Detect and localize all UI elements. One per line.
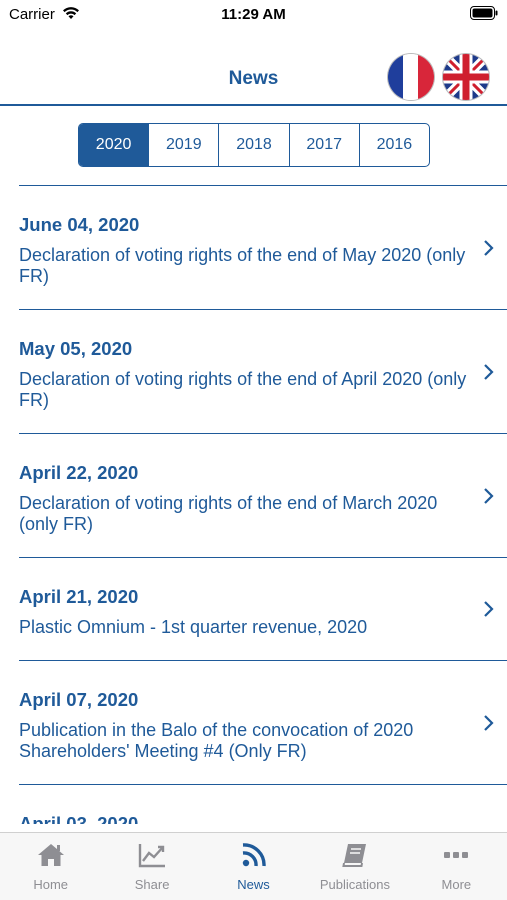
news-list: June 04, 2020 Declaration of voting righ…	[19, 185, 507, 824]
news-date: May 05, 2020	[19, 338, 133, 359]
year-tab-2020[interactable]: 2020	[79, 124, 150, 166]
chevron-right-icon	[484, 601, 494, 617]
year-tab-2018[interactable]: 2018	[219, 124, 290, 166]
battery-icon	[470, 6, 498, 20]
french-flag-icon[interactable]	[388, 54, 434, 100]
home-icon	[37, 844, 64, 866]
year-tab-2019[interactable]: 2019	[149, 124, 220, 166]
news-date: April 07, 2020	[19, 689, 139, 710]
news-title: Declaration of voting rights of the end …	[19, 369, 467, 410]
tab-publications[interactable]: Publications	[304, 833, 405, 900]
navigation-bar: News	[0, 48, 507, 106]
tab-label: Share	[134, 877, 170, 892]
news-title: Publication in the Balo of the convocati…	[19, 720, 414, 761]
tab-share[interactable]: Share	[101, 833, 202, 900]
news-date: April 22, 2020	[19, 462, 139, 483]
news-item-partial[interactable]: April 03, 2020	[19, 784, 507, 824]
status-time: 11:29 AM	[221, 6, 286, 23]
news-date: June 04, 2020	[19, 214, 140, 235]
more-icon	[444, 852, 469, 858]
uk-flag-icon[interactable]	[443, 54, 489, 100]
chevron-right-icon	[484, 363, 494, 380]
chevron-right-icon	[484, 487, 494, 504]
tab-more[interactable]: More	[406, 833, 507, 900]
rss-icon	[242, 843, 266, 867]
tab-home[interactable]: Home	[0, 833, 101, 900]
tab-label: More	[441, 877, 472, 892]
news-item[interactable]: April 22, 2020 Declaration of voting rig…	[19, 433, 507, 557]
chevron-right-icon	[484, 239, 494, 256]
news-date: April 03, 2020	[19, 813, 139, 824]
tab-bar: Home Share News Publications More	[0, 832, 507, 900]
chart-icon	[138, 844, 166, 868]
year-segmented-control: 2020 2019 2018 2017 2016	[78, 123, 430, 167]
news-item[interactable]: April 21, 2020 Plastic Omnium - 1st quar…	[19, 557, 507, 660]
news-item[interactable]: April 07, 2020 Publication in the Balo o…	[19, 660, 507, 784]
book-icon	[342, 844, 366, 867]
news-title: Plastic Omnium - 1st quarter revenue, 20…	[19, 617, 368, 637]
year-tab-2017[interactable]: 2017	[290, 124, 360, 166]
tab-label: News	[237, 877, 270, 892]
news-date: April 21, 2020	[19, 586, 139, 607]
tab-label: Publications	[319, 877, 390, 892]
news-item[interactable]: June 04, 2020 Declaration of voting righ…	[19, 185, 507, 309]
status-bar: Carrier 11:29 AM	[0, 0, 507, 30]
news-item[interactable]: May 05, 2020 Declaration of voting right…	[19, 309, 507, 433]
tab-news[interactable]: News	[203, 833, 304, 900]
chevron-right-icon	[484, 714, 494, 731]
tab-label: Home	[33, 877, 69, 892]
news-title: Declaration of voting rights of the end …	[19, 245, 466, 286]
year-tab-2016[interactable]: 2016	[360, 124, 429, 166]
news-title: Declaration of voting rights of the end …	[19, 493, 438, 534]
